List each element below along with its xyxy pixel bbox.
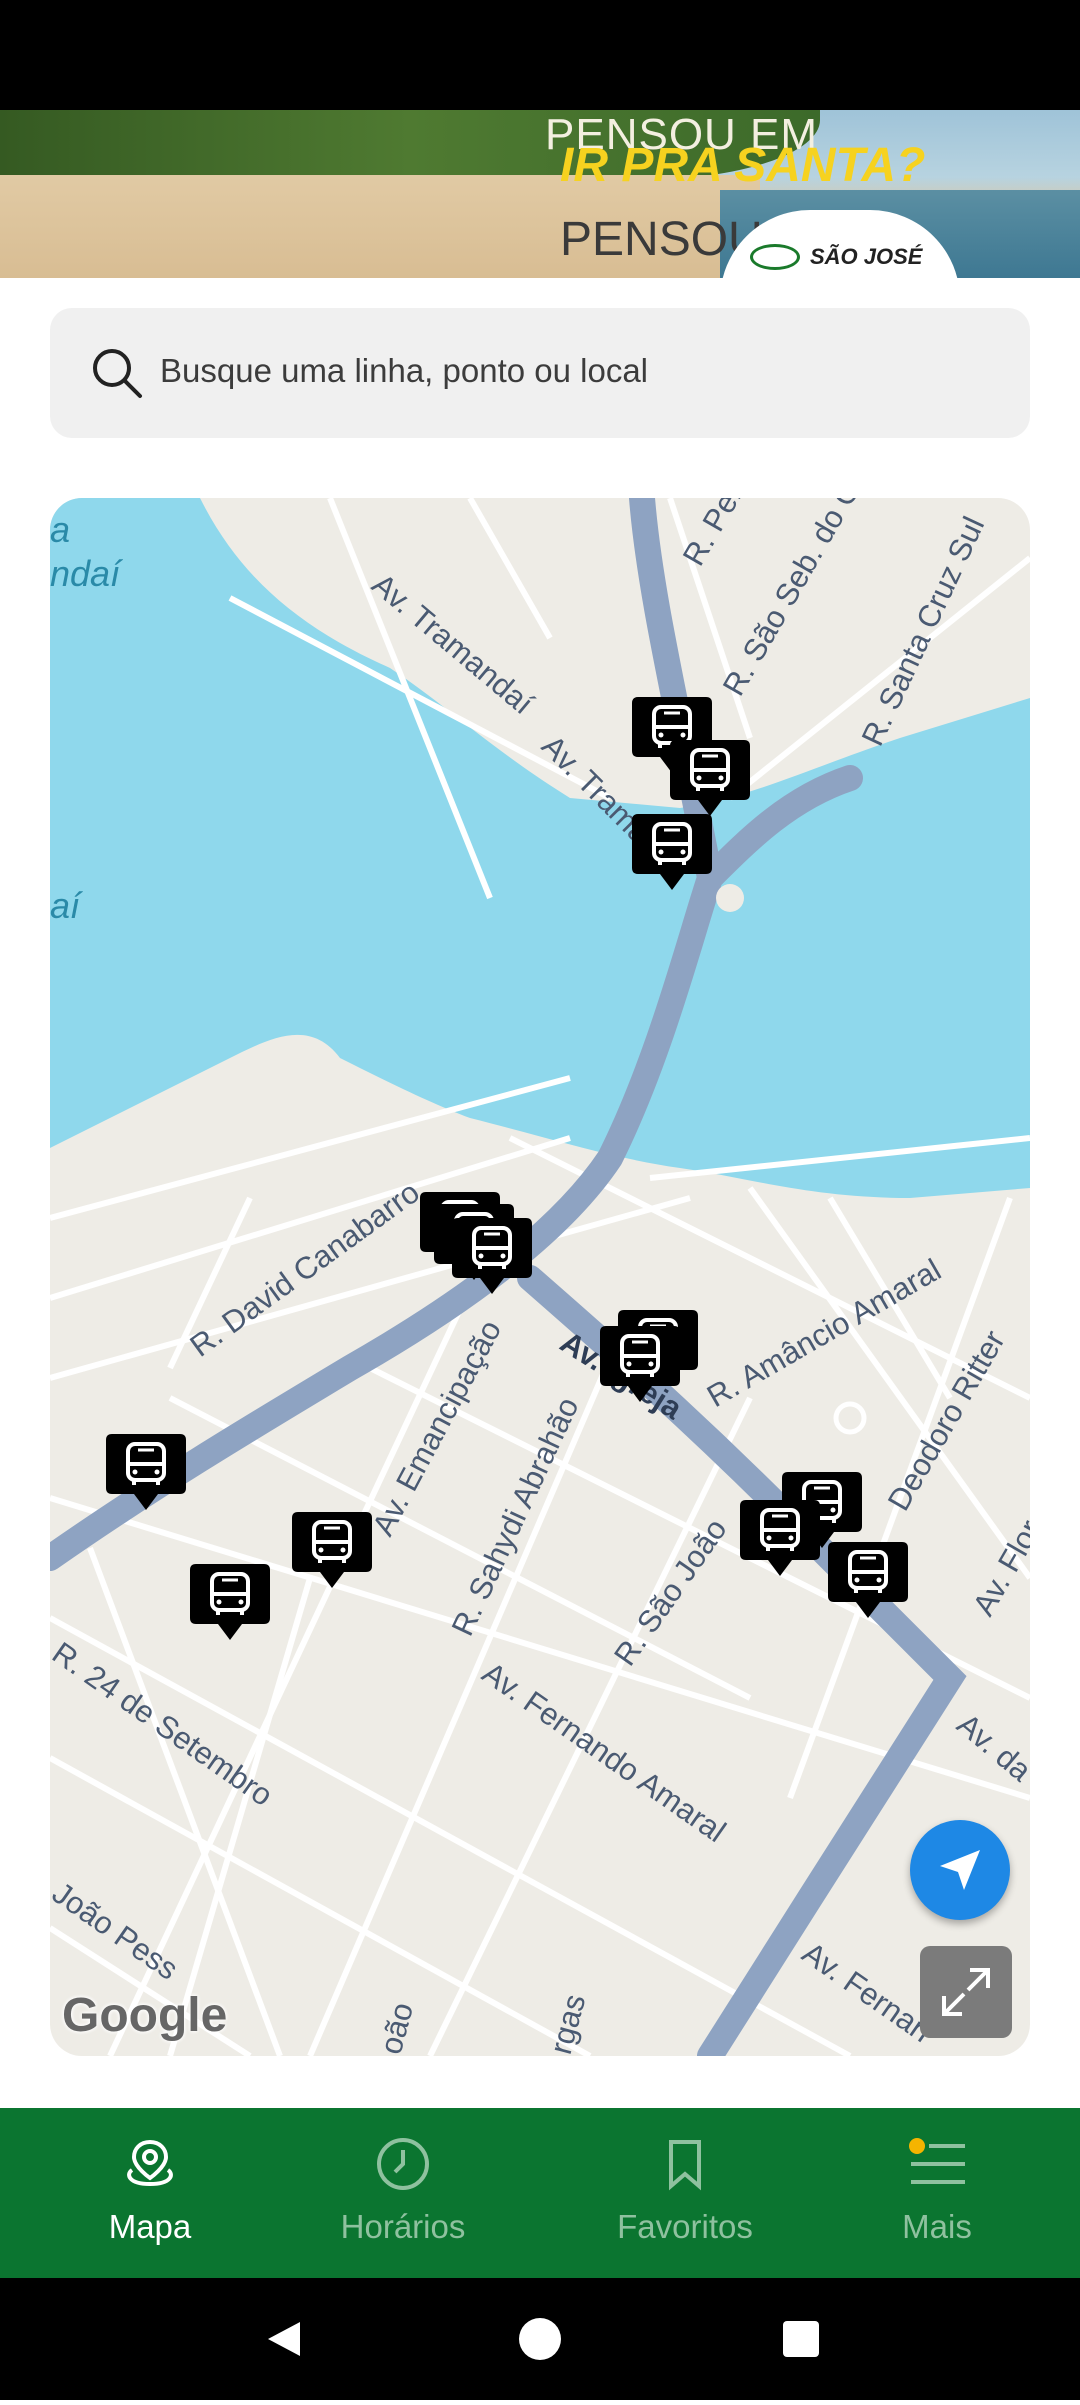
search-input[interactable]: Busque uma linha, ponto ou local bbox=[50, 308, 1030, 438]
bus-stop-icon[interactable] bbox=[598, 1322, 682, 1406]
expand-icon bbox=[942, 1968, 990, 2016]
system-navigation-bar bbox=[0, 2278, 1080, 2400]
bottom-navigation: Mapa Horários Favoritos Mais bbox=[0, 2108, 1080, 2278]
map-canvas: R. Pel R. São Seb. do Ca R. Santa Cruz S… bbox=[50, 498, 1030, 2056]
my-location-button[interactable] bbox=[910, 1820, 1010, 1920]
menu-icon bbox=[909, 2138, 965, 2184]
street-label-santa-cruz: R. Santa Cruz Sul bbox=[855, 511, 992, 751]
search-placeholder: Busque uma linha, ponto ou local bbox=[160, 352, 649, 389]
nav-label-favoritos: Favoritos bbox=[617, 2208, 753, 2245]
bus-stop-icon[interactable] bbox=[738, 1496, 822, 1580]
bus-stop-icon[interactable] bbox=[668, 736, 752, 820]
street-label-sao-seb: R. São Seb. do Ca bbox=[716, 498, 876, 702]
system-nav-icons bbox=[268, 2318, 819, 2360]
street-label-pel: R. Pel bbox=[676, 498, 749, 572]
bus-stop-icon[interactable] bbox=[104, 1430, 188, 1514]
water-label-a: a bbox=[50, 509, 70, 550]
nav-item-mapa[interactable]: Mapa bbox=[50, 2108, 250, 2278]
map-view[interactable]: R. Pel R. São Seb. do Ca R. Santa Cruz S… bbox=[50, 498, 1030, 2056]
bus-stop-icon[interactable] bbox=[450, 1214, 534, 1298]
status-bar bbox=[0, 0, 1080, 110]
home-icon bbox=[519, 2318, 561, 2360]
navigation-arrow-icon bbox=[940, 1850, 980, 1890]
street-label-fernando-amaral: Av. Fernando Amaral bbox=[476, 1655, 732, 1849]
nav-label-mais: Mais bbox=[902, 2208, 972, 2245]
nav-label-mapa: Mapa bbox=[108, 2208, 192, 2245]
recents-icon bbox=[783, 2321, 819, 2357]
bus-stop-icon[interactable] bbox=[188, 1560, 272, 1644]
map-pin-icon bbox=[127, 2139, 173, 2187]
google-attribution: Google bbox=[62, 1989, 228, 2042]
logo-mark-icon bbox=[750, 244, 800, 270]
bus-stop-icon[interactable] bbox=[630, 810, 714, 894]
water-label-ndai: ndaí bbox=[50, 553, 123, 594]
clock-icon bbox=[377, 2138, 429, 2190]
fullscreen-button[interactable] bbox=[920, 1946, 1012, 2038]
back-icon bbox=[268, 2322, 300, 2356]
nav-item-horarios[interactable]: Horários bbox=[303, 2108, 503, 2278]
nav-item-favoritos[interactable]: Favoritos bbox=[585, 2108, 785, 2278]
street-label-rgas: rgas bbox=[543, 1990, 592, 2056]
bus-stop-icon[interactable] bbox=[826, 1538, 910, 1622]
street-label-oao: oão bbox=[373, 1999, 420, 2056]
ad-banner[interactable]: PENSOU EM IR PRA SANTA? PENSOU SÃO JOSÉ bbox=[0, 110, 1080, 278]
bus-stop-icon[interactable] bbox=[290, 1508, 374, 1592]
nav-item-mais[interactable]: Mais bbox=[837, 2108, 1037, 2278]
banner-brand: SÃO JOSÉ bbox=[810, 244, 923, 269]
bookmark-icon bbox=[669, 2140, 701, 2191]
water-label-ai: aí bbox=[50, 885, 83, 926]
street-label-sao-joao: R. São João bbox=[607, 1512, 734, 1672]
street-label-fernan: Av. Fernan bbox=[796, 1935, 938, 2049]
search-icon bbox=[93, 349, 142, 398]
nav-label-horarios: Horários bbox=[340, 2208, 466, 2245]
banner-line2: IR PRA SANTA? bbox=[560, 139, 926, 192]
